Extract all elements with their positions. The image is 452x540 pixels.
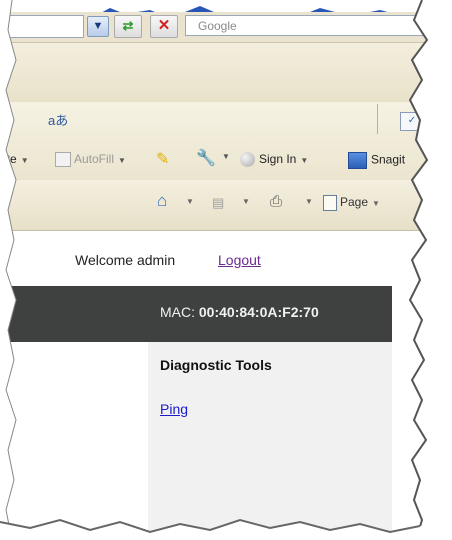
home-icon[interactable]: ⌂	[157, 191, 167, 211]
snagit-icon	[348, 152, 367, 169]
page-menu-button[interactable]: Page ▼	[323, 195, 380, 211]
logout-link[interactable]: Logout	[218, 252, 261, 268]
address-bar-row: ▼ ⇄ ✕ Google	[0, 12, 435, 43]
ping-link[interactable]: Ping	[160, 401, 188, 417]
toolbar-separator	[377, 104, 378, 134]
refresh-icon[interactable]: ⇄	[114, 15, 142, 38]
torn-edge-bottom	[0, 518, 452, 540]
pencil-icon[interactable]: ✎	[156, 149, 176, 168]
wrench-dropdown-icon[interactable]: ▼	[222, 152, 230, 161]
mac-address: MAC: 00:40:84:0A:F2:70	[160, 304, 319, 320]
page-icon	[323, 195, 337, 211]
section-title: Diagnostic Tools	[160, 357, 272, 373]
translate-icon[interactable]: aあ	[48, 110, 68, 129]
sign-in-icon	[240, 152, 255, 168]
stop-icon[interactable]: ✕	[150, 15, 178, 38]
torn-edge-left	[0, 0, 17, 540]
feed-dropdown-icon[interactable]: ▼	[242, 197, 250, 206]
toolbar-band	[0, 43, 430, 108]
address-dropdown-icon[interactable]: ▼	[87, 16, 109, 37]
sign-in-button[interactable]: Sign In ▼	[240, 152, 308, 168]
home-dropdown-icon[interactable]: ▼	[186, 197, 194, 206]
wrench-icon[interactable]: 🔧	[196, 148, 216, 168]
feed-icon[interactable]: ▤	[212, 195, 224, 211]
print-dropdown-icon[interactable]: ▼	[305, 197, 313, 206]
torn-edge-right	[408, 0, 452, 540]
autofill-button[interactable]: AutoFill ▼	[55, 152, 126, 168]
welcome-text: Welcome admin	[75, 252, 176, 268]
print-icon[interactable]: ⎙	[270, 193, 282, 210]
autofill-icon	[55, 152, 71, 168]
